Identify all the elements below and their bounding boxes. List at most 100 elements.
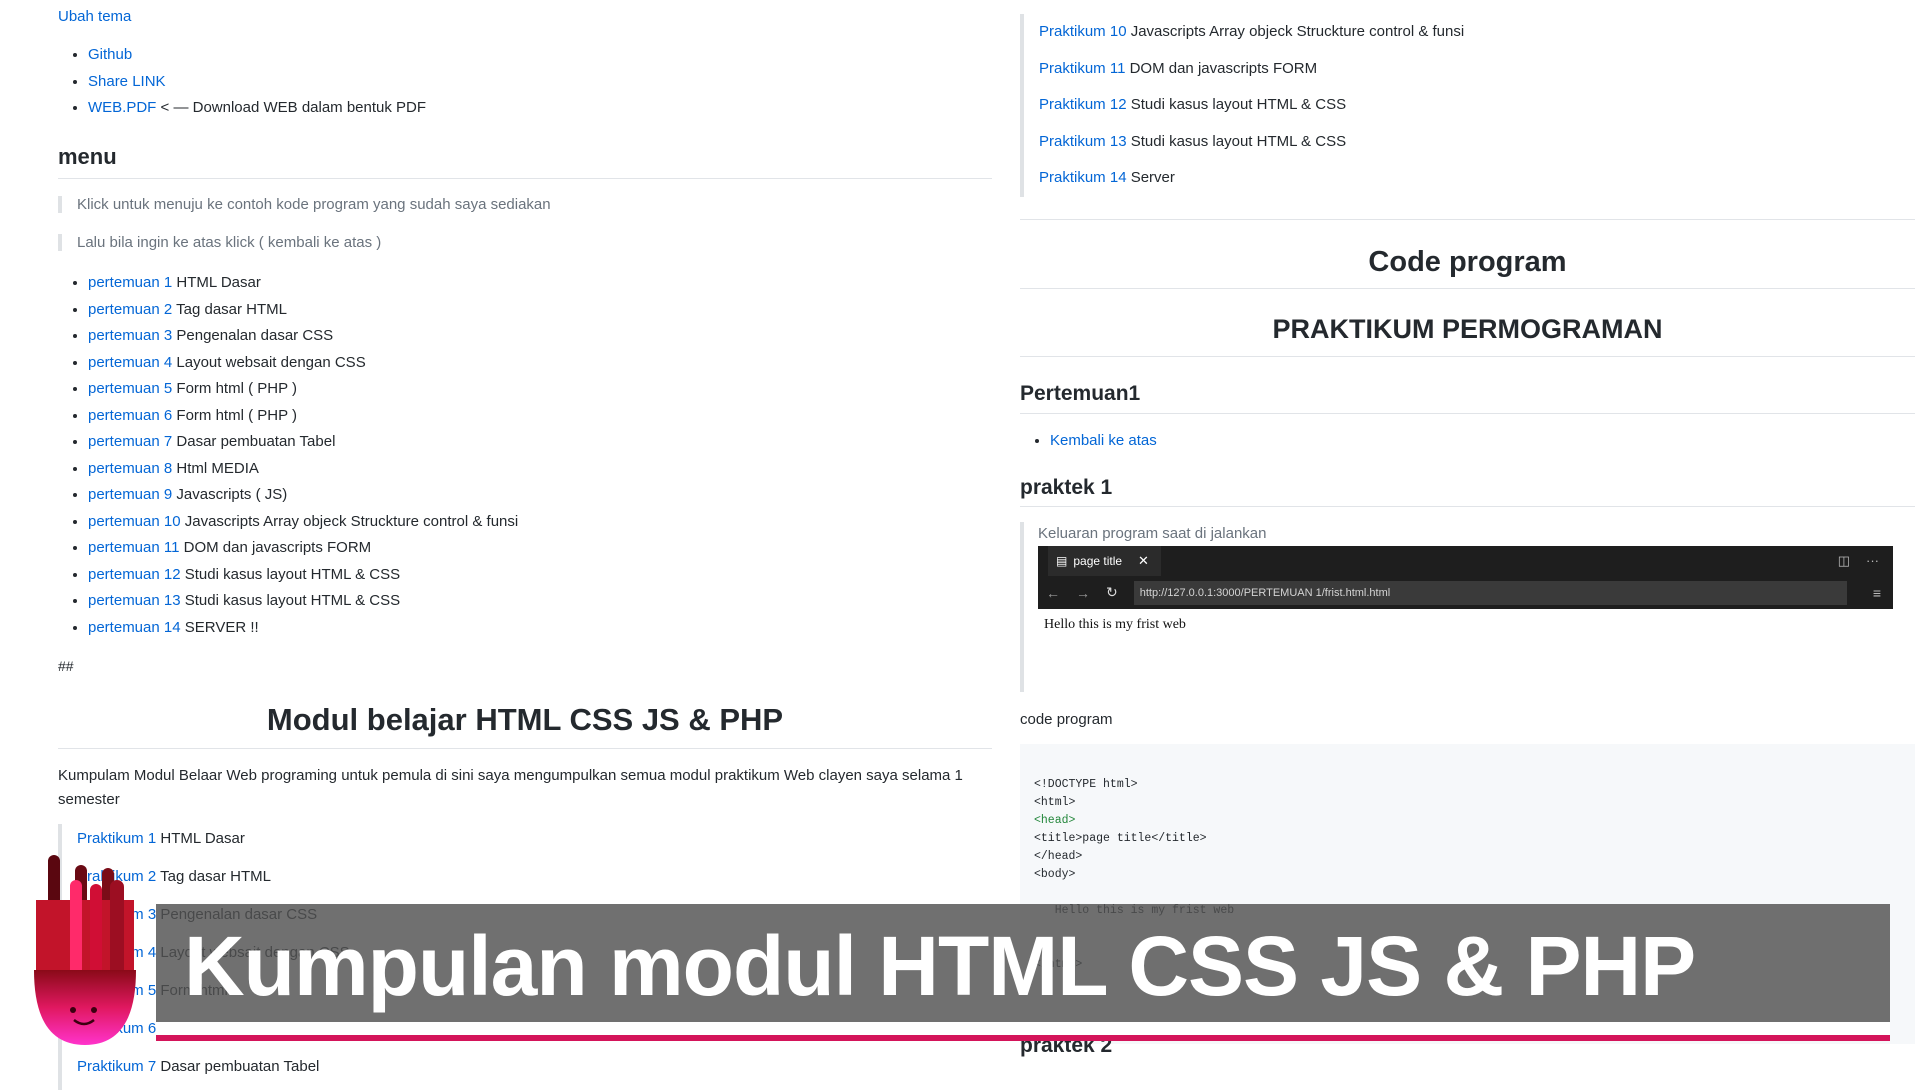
pertemuan-text: Form html ( PHP ): [172, 406, 297, 424]
pertemuan-link[interactable]: pertemuan 14: [88, 619, 181, 636]
modul-description: Kumpulam Modul Belaar Web programing unt…: [58, 767, 963, 808]
banner-title: Kumpulan modul HTML CSS JS & PHP: [184, 919, 1696, 1013]
praktikum-left-item: Praktikum 2 Tag dasar HTML: [77, 862, 977, 900]
code-line: <body>: [1034, 868, 1076, 881]
browser-tabbar: ▤ page title ✕ ◫ ···: [1038, 546, 1893, 576]
pertemuan-link[interactable]: pertemuan 4: [88, 354, 172, 371]
menu-quote-1: Klick untuk menuju ke contoh kode progra…: [58, 196, 551, 213]
top-link-link[interactable]: Share LINK: [88, 73, 166, 90]
pertemuan-item: pertemuan 11 DOM dan javascripts FORM: [88, 535, 988, 562]
code-line: <!DOCTYPE html>: [1034, 778, 1138, 791]
praktikum-right-item: Praktikum 13 Studi kasus layout HTML & C…: [1039, 124, 1919, 161]
browser-address-row: ← → ↻ http://127.0.0.1:3000/PERTEMUAN 1/…: [1038, 576, 1893, 609]
pertemuan-item: pertemuan 12 Studi kasus layout HTML & C…: [88, 562, 988, 589]
praktikum-right-link[interactable]: Praktikum 12: [1039, 96, 1127, 113]
pertemuan-text: HTML Dasar: [172, 274, 261, 291]
right-divider-2: [1020, 288, 1915, 289]
pertemuan-text: Javascripts Array objeck Struckture cont…: [180, 512, 519, 530]
url-field[interactable]: http://127.0.0.1:3000/PERTEMUAN 1/frist.…: [1133, 580, 1847, 605]
ubah-tema-link[interactable]: Ubah tema: [58, 8, 131, 25]
code-line: <head>: [1034, 814, 1076, 827]
pertemuan-text: Javascripts ( JS): [172, 486, 288, 503]
code-program-label: code program: [1020, 711, 1113, 728]
right-divider-5: [1020, 506, 1915, 507]
window-controls: ◫ ···: [1838, 553, 1893, 569]
banner-white-strip: [156, 1022, 1890, 1035]
kembali-item: Kembali ke atas: [1050, 428, 1157, 455]
top-link-text: < — Download WEB dalam bentuk PDF: [156, 99, 427, 116]
praktikum-right-item: Praktikum 10 Javascripts Array objeck St…: [1039, 14, 1919, 51]
praktikum-left-item: Praktikum 7 Dasar pembuatan Tabel: [77, 1052, 977, 1090]
pertemuan-text: DOM dan javascripts FORM: [179, 539, 372, 556]
back-icon[interactable]: ←: [1046, 585, 1060, 601]
pertemuan-link[interactable]: pertemuan 12: [88, 566, 181, 583]
top-link-item: Share LINK: [88, 69, 426, 96]
pertemuan-link[interactable]: pertemuan 6: [88, 407, 172, 424]
top-link-link[interactable]: WEB.PDF: [88, 99, 156, 116]
pertemuan-text: Studi kasus layout HTML & CSS: [180, 592, 401, 609]
praktikum-left-text: HTML Dasar: [156, 830, 245, 847]
close-icon[interactable]: ✕: [1138, 553, 1149, 569]
split-view-icon[interactable]: ◫: [1838, 553, 1850, 569]
pertemuan-text: Studi kasus layout HTML & CSS: [180, 565, 401, 583]
right-divider-4: [1020, 413, 1915, 414]
kembali-ke-atas-link[interactable]: Kembali ke atas: [1050, 432, 1157, 449]
pertemuan-link[interactable]: pertemuan 1: [88, 274, 172, 291]
praktek1-heading: praktek 1: [1020, 476, 1113, 499]
menu-divider: [58, 178, 992, 179]
reload-icon[interactable]: ↻: [1106, 584, 1118, 601]
more-icon[interactable]: ···: [1866, 553, 1879, 569]
tab-title: page title: [1073, 554, 1123, 568]
praktikum-permograman-title: PRAKTIKUM PERMOGRAMAN: [1272, 314, 1663, 344]
pertemuan-link[interactable]: pertemuan 2: [88, 301, 172, 318]
pertemuan-link[interactable]: pertemuan 5: [88, 380, 172, 397]
pertemuan-list: pertemuan 1 HTML Dasarpertemuan 2 Tag da…: [58, 270, 988, 641]
praktikum-right-link[interactable]: Praktikum 10: [1039, 23, 1127, 40]
praktikum-left-link[interactable]: Praktikum 7: [77, 1058, 156, 1075]
pertemuan-item: pertemuan 7 Dasar pembuatan Tabel: [88, 429, 988, 456]
menu-heading: menu: [58, 144, 117, 169]
pertemuan-item: pertemuan 1 HTML Dasar: [88, 270, 988, 297]
browser-tab[interactable]: ▤ page title ✕: [1048, 546, 1161, 576]
praktikum-right-text: Javascripts Array objeck Struckture cont…: [1126, 23, 1465, 40]
top-link-item: WEB.PDF < — Download WEB dalam bentuk PD…: [88, 95, 426, 122]
praktikum-right-link[interactable]: Praktikum 13: [1039, 133, 1127, 150]
praktikum-right-item: Praktikum 12 Studi kasus layout HTML & C…: [1039, 87, 1919, 124]
pertemuan-item: pertemuan 8 Html MEDIA: [88, 456, 988, 483]
menu-quote-2: Lalu bila ingin ke atas klick ( kembali …: [58, 234, 381, 251]
pertemuan-link[interactable]: pertemuan 11: [88, 539, 179, 556]
pertemuan-link[interactable]: pertemuan 9: [88, 486, 172, 503]
hash-marks: ##: [58, 658, 74, 674]
praktikum-right-text: Studi kasus layout HTML & CSS: [1126, 96, 1347, 113]
pertemuan-text: Form html ( PHP ): [172, 380, 297, 397]
top-link-link[interactable]: Github: [88, 46, 132, 63]
praktikum-left-link[interactable]: Praktikum 1: [77, 830, 156, 847]
praktikum-left-item: Praktikum 1 HTML Dasar: [77, 824, 977, 862]
praktikum-left-text: Dasar pembuatan Tabel: [156, 1058, 320, 1075]
right-divider-3: [1020, 356, 1915, 357]
forward-icon[interactable]: →: [1076, 585, 1090, 601]
banner-accent-line: [156, 1035, 1890, 1041]
pertemuan-item: pertemuan 10 Javascripts Array objeck St…: [88, 509, 988, 536]
pertemuan-link[interactable]: pertemuan 3: [88, 327, 172, 344]
hamburger-menu-icon[interactable]: ≡: [1873, 585, 1881, 601]
pertemuan-item: pertemuan 2 Tag dasar HTML: [88, 297, 988, 324]
pertemuan-item: pertemuan 6 Form html ( PHP ): [88, 403, 988, 430]
code-program-title: Code program: [1368, 246, 1567, 278]
pertemuan-text: Dasar pembuatan Tabel: [172, 433, 336, 450]
pertemuan-link[interactable]: pertemuan 10: [88, 513, 181, 530]
praktikum-left-text: Tag dasar HTML: [156, 868, 271, 885]
praktikum-list-right: Praktikum 10 Javascripts Array objeck St…: [1020, 14, 1919, 197]
praktikum-right-link[interactable]: Praktikum 14: [1039, 169, 1127, 186]
pertemuan-link[interactable]: pertemuan 7: [88, 433, 172, 450]
pertemuan1-heading: Pertemuan1: [1020, 382, 1141, 405]
praktikum-right-link[interactable]: Praktikum 11: [1039, 60, 1125, 77]
pertemuan-text: Pengenalan dasar CSS: [172, 327, 334, 344]
code-line: <title>page title</title>: [1034, 832, 1207, 845]
praktikum-right-text: DOM dan javascripts FORM: [1125, 59, 1318, 77]
right-divider-1: [1020, 219, 1915, 220]
pertemuan-link[interactable]: pertemuan 13: [88, 592, 181, 609]
pertemuan-link[interactable]: pertemuan 8: [88, 460, 172, 477]
modul-title: Modul belajar HTML CSS JS & PHP: [266, 702, 784, 737]
